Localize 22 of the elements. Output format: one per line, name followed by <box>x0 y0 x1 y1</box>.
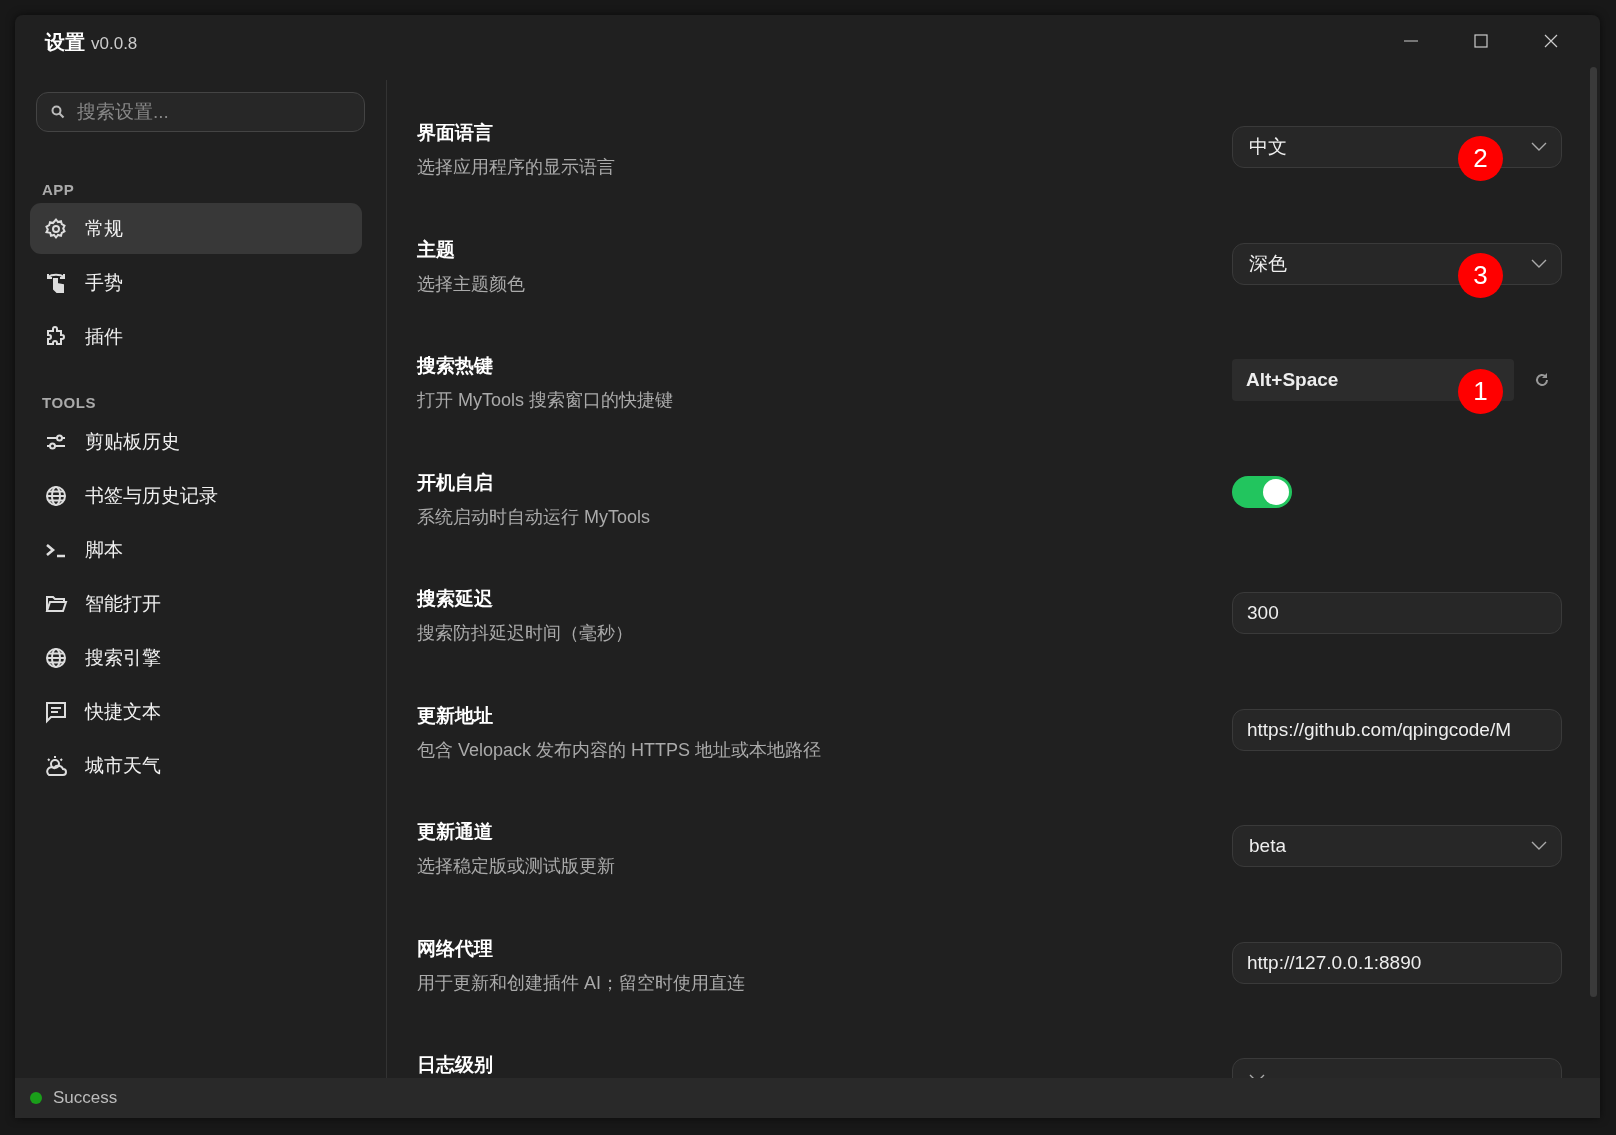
setting-description: 打开 MyTools 搜索窗口的快捷键 <box>417 389 674 412</box>
setting-title: 日志级别 <box>417 1053 493 1077</box>
setting-description: 选择应用程序的显示语言 <box>417 156 615 179</box>
section-heading: TOOLS <box>42 394 97 411</box>
setting-description: 系统启动时自动运行 MyTools <box>417 505 650 529</box>
setting-title: 开机自启 <box>417 470 494 495</box>
setting-description: 包含 Velopack 发布内容的 HTTPS 地址或本地路径 <box>417 738 822 762</box>
setting-description: 用于更新和创建插件 AI；留空时使用直连 <box>417 971 745 995</box>
setting-description: 选择稳定版或测试版更新 <box>417 855 615 878</box>
section-heading: APP <box>42 181 76 198</box>
setting-title: 更新通道 <box>417 820 494 844</box>
setting-title: 搜索延迟 <box>417 587 494 611</box>
status-text: Success <box>53 1088 118 1108</box>
setting-title: 搜索热键 <box>417 354 494 378</box>
setting-title: 更新地址 <box>417 703 494 728</box>
version-label: v0.0.8 <box>91 33 138 54</box>
setting-title: 网络代理 <box>417 936 494 961</box>
window-title: 设置 <box>45 29 85 55</box>
setting-description: 搜索防抖延迟时间（毫秒） <box>417 622 633 645</box>
setting-title: 主题 <box>417 237 456 262</box>
setting-title: 界面语言 <box>417 121 494 145</box>
setting-description: 选择主题颜色 <box>417 272 525 296</box>
